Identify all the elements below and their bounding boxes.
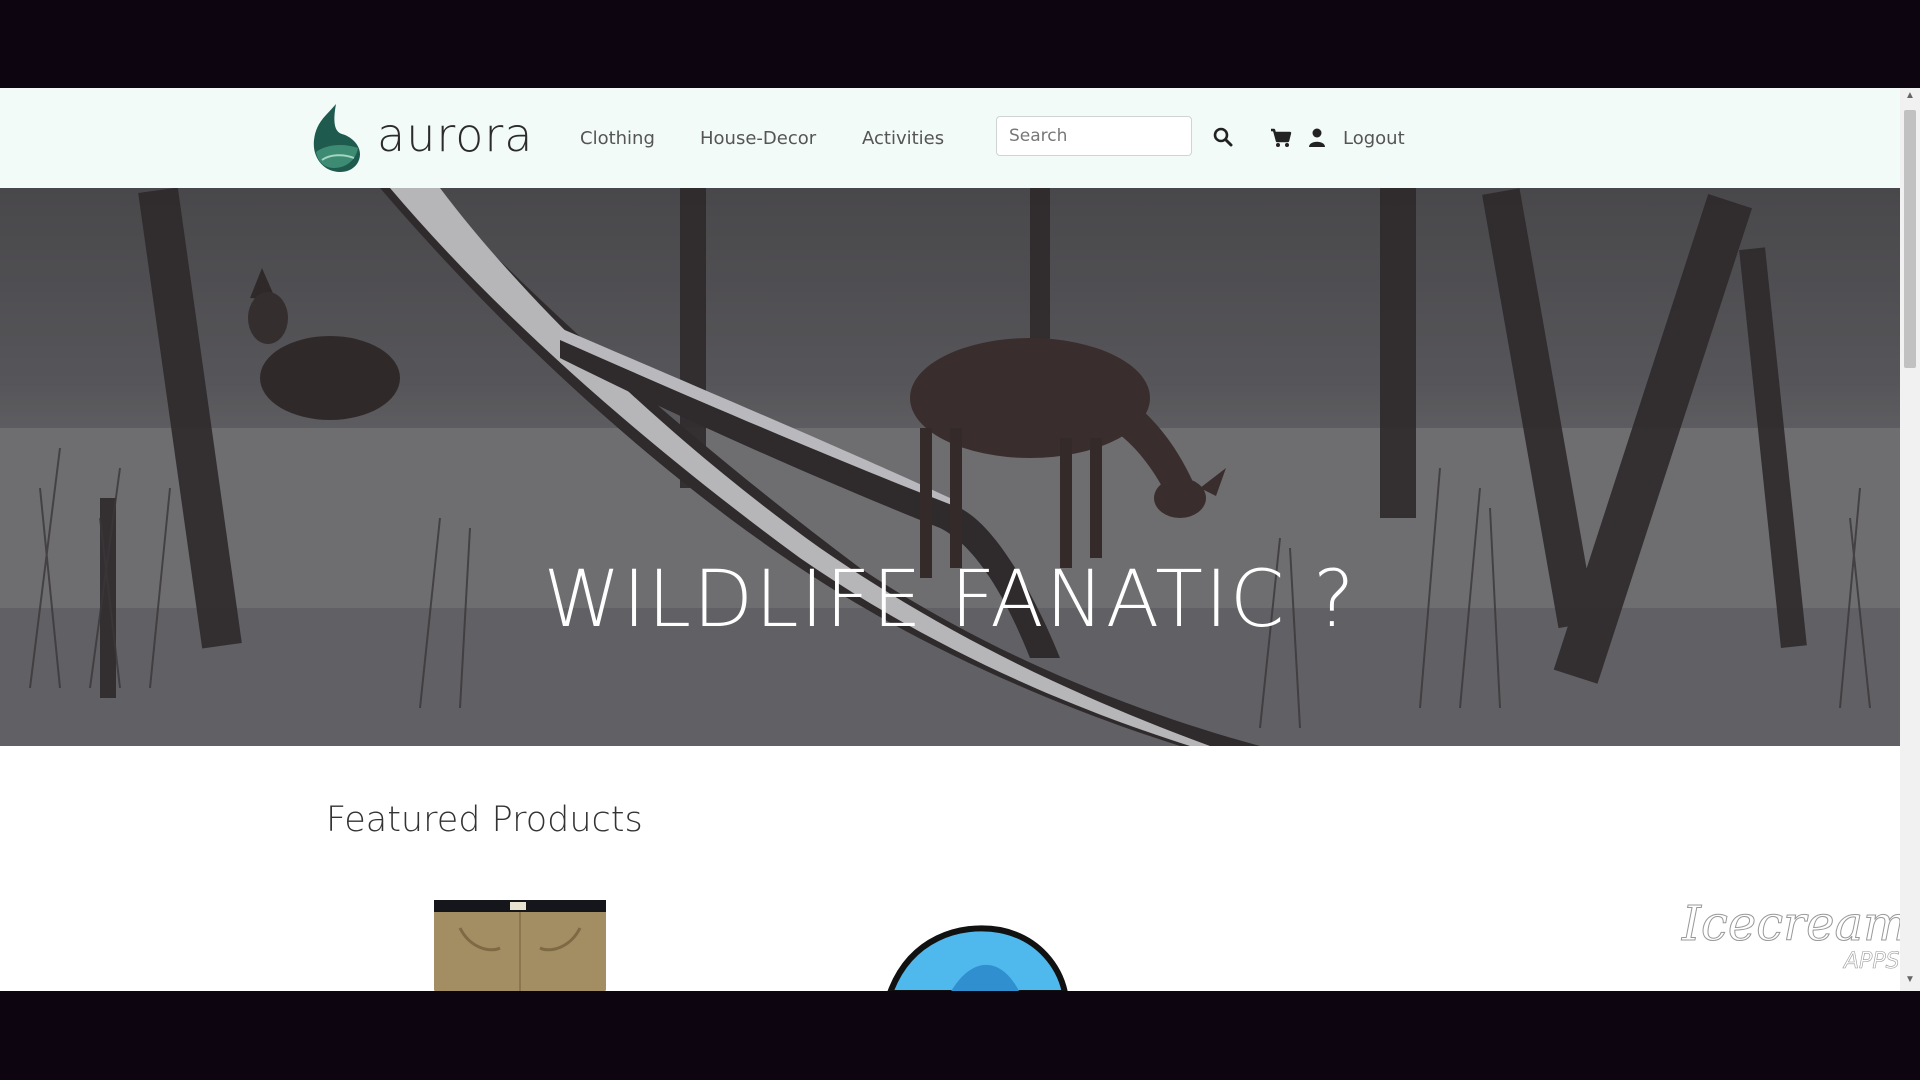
- product-image-blue-tent[interactable]: [880, 918, 1080, 991]
- aurora-logo-icon[interactable]: [306, 102, 362, 174]
- svg-text:Icecream: Icecream: [1681, 896, 1909, 952]
- browser-viewport: aurora Clothing House-Decor Activities L…: [0, 88, 1920, 991]
- scroll-down-arrow-icon[interactable]: ▼: [1905, 974, 1915, 985]
- search-icon[interactable]: [1213, 127, 1233, 147]
- brand-name[interactable]: aurora: [377, 108, 534, 162]
- logout-link[interactable]: Logout: [1343, 128, 1405, 149]
- letterbox-bottom: [0, 991, 1920, 1080]
- nav-link-house-decor[interactable]: House-Decor: [700, 128, 816, 149]
- navbar: aurora Clothing House-Decor Activities L…: [0, 88, 1900, 188]
- hero-wildlife-image: [0, 188, 1900, 746]
- search-input[interactable]: [996, 116, 1192, 156]
- svg-text:APPS: APPS: [1842, 949, 1900, 974]
- product-image-khaki-pants[interactable]: [430, 898, 610, 991]
- hero-title: WILDLIFE FANATIC ?: [543, 555, 1357, 645]
- nav-link-clothing[interactable]: Clothing: [580, 128, 655, 149]
- nav-link-activities[interactable]: Activities: [862, 128, 944, 149]
- icecream-apps-watermark: Icecream APPS: [1629, 888, 1909, 984]
- featured-products-title: Featured Products: [326, 800, 643, 840]
- vertical-scrollbar[interactable]: ▲ ▼: [1900, 88, 1920, 991]
- letterbox-top: [0, 0, 1920, 88]
- scroll-up-arrow-icon[interactable]: ▲: [1905, 90, 1915, 101]
- user-icon[interactable]: [1308, 128, 1326, 148]
- cart-icon[interactable]: [1270, 128, 1292, 148]
- hero-banner: WILDLIFE FANATIC ?: [0, 188, 1900, 746]
- scrollbar-thumb[interactable]: [1904, 110, 1916, 368]
